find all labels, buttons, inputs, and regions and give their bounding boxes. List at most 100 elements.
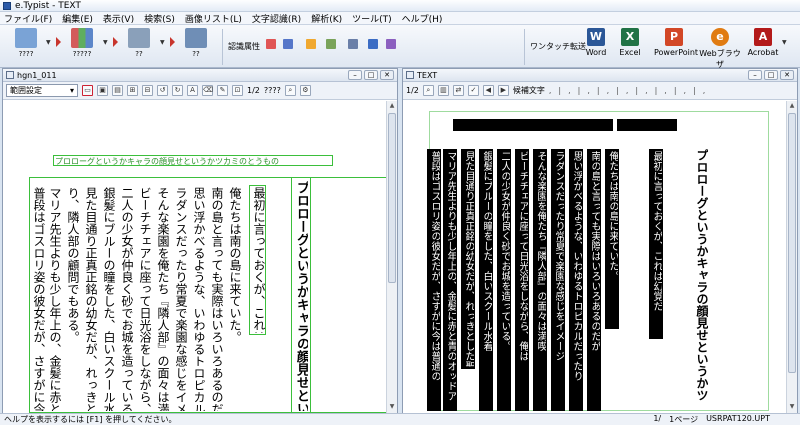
select-area-icon[interactable]: ▭ bbox=[82, 85, 93, 96]
web-browser-icon: e bbox=[711, 28, 729, 46]
frame-icon[interactable] bbox=[368, 39, 378, 49]
title-column: プロローグというかキャラの顔見せというかツカ bbox=[295, 181, 308, 411]
save-button[interactable]: ?? bbox=[178, 28, 214, 58]
recognized-text-view[interactable]: プロローグというかキャラの顔見せというかツ 最初に言っておくが、これは幻覚だ 俺… bbox=[403, 101, 787, 413]
recognition-attributes-label: 認識属性 bbox=[228, 42, 260, 51]
layout-icon bbox=[71, 28, 93, 48]
split-area-icon[interactable]: ⊞ bbox=[127, 85, 138, 96]
recognize-label: ?? bbox=[135, 50, 143, 58]
powerpoint-button[interactable]: P PowerPoint bbox=[654, 28, 698, 57]
page-counter: 1/2 bbox=[247, 86, 260, 95]
excel-button[interactable]: X Excel bbox=[616, 28, 644, 57]
menu-recognition[interactable]: 文字認識(R) bbox=[252, 12, 301, 25]
text-column: マリア先生よりも少し年上の、金髪に赤と青のオッドア bbox=[445, 151, 456, 401]
candidate-characters-label: 候補文字 bbox=[512, 86, 545, 95]
text-column: ビーチチェアに座って日光浴をしながら、俺は浜辺の bbox=[138, 187, 151, 411]
text-column: 二人の少女が仲良く砂でお城を造っている。 bbox=[499, 151, 510, 351]
eraser-icon[interactable]: ⌫ bbox=[202, 85, 213, 96]
text-column: 南の島と言っても実際はいろいろあるのだが、まあそ bbox=[210, 187, 223, 411]
chevron-down-icon[interactable]: ▼ bbox=[782, 39, 787, 46]
scroll-down-icon[interactable]: ▼ bbox=[788, 403, 796, 412]
scroll-down-icon[interactable]: ▼ bbox=[388, 403, 396, 412]
lock-icon[interactable]: ⊡ bbox=[232, 85, 243, 96]
scan-label: ???? bbox=[18, 50, 34, 58]
text-doc-icon bbox=[406, 71, 414, 79]
status-right: 1/ 1ページ USRPAT120.UPT bbox=[653, 414, 770, 425]
menu-file[interactable]: ファイル(F) bbox=[4, 12, 52, 25]
menu-analysis[interactable]: 解析(K) bbox=[311, 12, 342, 25]
check-icon[interactable]: ✓ bbox=[467, 85, 479, 96]
status-page-count: 1ページ bbox=[669, 415, 699, 424]
scroll-up-icon[interactable]: ▲ bbox=[388, 102, 396, 111]
zoom-value[interactable]: ???? bbox=[264, 86, 281, 95]
replace-icon[interactable]: ⇄ bbox=[452, 85, 464, 96]
body-text-frame[interactable] bbox=[29, 177, 387, 413]
window-controls: – □ ✕ bbox=[348, 70, 394, 80]
scroll-thumb[interactable] bbox=[388, 113, 396, 283]
menu-view[interactable]: 表示(V) bbox=[103, 12, 134, 25]
menu-image-list[interactable]: 画像リスト(L) bbox=[185, 12, 242, 25]
excel-icon: X bbox=[621, 28, 639, 46]
menu-help[interactable]: ヘルプ(H) bbox=[402, 12, 443, 25]
image-vertical-scrollbar[interactable]: ▲ ▼ bbox=[386, 101, 397, 413]
text-column: 思い浮かべるような、いわゆるトロピカルだったり bbox=[571, 151, 582, 381]
close-button[interactable]: ✕ bbox=[780, 70, 794, 80]
scanner-icon bbox=[15, 28, 37, 48]
close-button[interactable]: ✕ bbox=[380, 70, 394, 80]
heading-frame[interactable] bbox=[53, 155, 333, 166]
scan-button[interactable]: ???? bbox=[8, 28, 44, 58]
save-label: ?? bbox=[192, 50, 200, 58]
zoom-icon[interactable]: ⌕ bbox=[284, 85, 296, 96]
text-vertical-scrollbar[interactable]: ▲ ▼ bbox=[786, 101, 797, 413]
next-candidate-icon[interactable]: ▶ bbox=[497, 85, 509, 96]
recognize-button[interactable]: ?? bbox=[121, 28, 157, 58]
app-icon bbox=[3, 1, 11, 10]
maximize-button[interactable]: □ bbox=[364, 70, 378, 80]
merge-area-icon[interactable]: ⊟ bbox=[142, 85, 153, 96]
attribute-icon[interactable] bbox=[266, 39, 276, 49]
zoom-area-icon[interactable]: ▣ bbox=[97, 85, 108, 96]
menu-edit[interactable]: 編集(E) bbox=[62, 12, 93, 25]
chevron-down-icon[interactable]: ▼ bbox=[46, 39, 51, 46]
acrobat-button[interactable]: A Acrobat bbox=[746, 28, 780, 57]
text-column: 最初に言っておくが、これは幻覚だ bbox=[651, 151, 662, 311]
flow-arrow-icon bbox=[170, 37, 175, 47]
text-column: 銀髪にブルーの瞳をした、白いスクール水着を着た bbox=[102, 187, 115, 411]
layout-label: ????? bbox=[72, 50, 92, 58]
previous-candidate-icon[interactable]: ◀ bbox=[482, 85, 494, 96]
list-attribute-icon[interactable] bbox=[326, 39, 336, 49]
text-column: 最初に言っておくが、これは幻覚だ bbox=[252, 187, 265, 333]
text-icon[interactable]: A bbox=[187, 85, 198, 96]
excel-label: Excel bbox=[619, 48, 641, 57]
scroll-thumb[interactable] bbox=[788, 113, 796, 373]
menu-search[interactable]: 検索(S) bbox=[144, 12, 175, 25]
layout-button[interactable]: ????? bbox=[64, 28, 100, 58]
scanned-page-view[interactable]: プロローグというかキャラの顔見せというかツカミのとうもの プロローグというかキャ… bbox=[3, 101, 387, 413]
table-attribute-icon[interactable] bbox=[306, 39, 316, 49]
settings-icon[interactable]: ⚙ bbox=[299, 85, 311, 96]
minimize-button[interactable]: – bbox=[748, 70, 762, 80]
range-setting-value: 範囲設定 bbox=[10, 86, 42, 95]
chevron-down-icon[interactable]: ▼ bbox=[103, 39, 108, 46]
rotate-right-icon[interactable]: ↻ bbox=[172, 85, 183, 96]
scroll-up-icon[interactable]: ▲ bbox=[788, 102, 796, 111]
column-attribute-icon[interactable] bbox=[348, 39, 358, 49]
text-column: 俺たちは南の島に来ていた。 bbox=[607, 151, 618, 281]
word-button[interactable]: W Word bbox=[584, 28, 608, 57]
chevron-down-icon[interactable]: ▼ bbox=[160, 39, 165, 46]
pen-icon[interactable]: ✎ bbox=[217, 85, 228, 96]
find-icon[interactable]: ⌕ bbox=[422, 85, 434, 96]
rotate-icon[interactable] bbox=[386, 39, 396, 49]
menu-tools[interactable]: ツール(T) bbox=[352, 12, 392, 25]
one-touch-transfer-label: ワンタッチ転送 bbox=[530, 42, 586, 51]
maximize-button[interactable]: □ bbox=[764, 70, 778, 80]
text-attribute-icon[interactable] bbox=[283, 39, 293, 49]
range-setting-select[interactable]: 範囲設定 ▾ bbox=[6, 84, 78, 97]
fit-page-icon[interactable]: ▤ bbox=[112, 85, 123, 96]
minimize-button[interactable]: – bbox=[348, 70, 362, 80]
book-icon[interactable]: ▥ bbox=[437, 85, 449, 96]
rotate-left-icon[interactable]: ↺ bbox=[157, 85, 168, 96]
text-column: り、隣人部の顧問でもある。 bbox=[66, 187, 79, 343]
web-browser-button[interactable]: e Webブラウザ bbox=[698, 28, 742, 70]
text-pane-title: TEXT bbox=[417, 70, 438, 80]
